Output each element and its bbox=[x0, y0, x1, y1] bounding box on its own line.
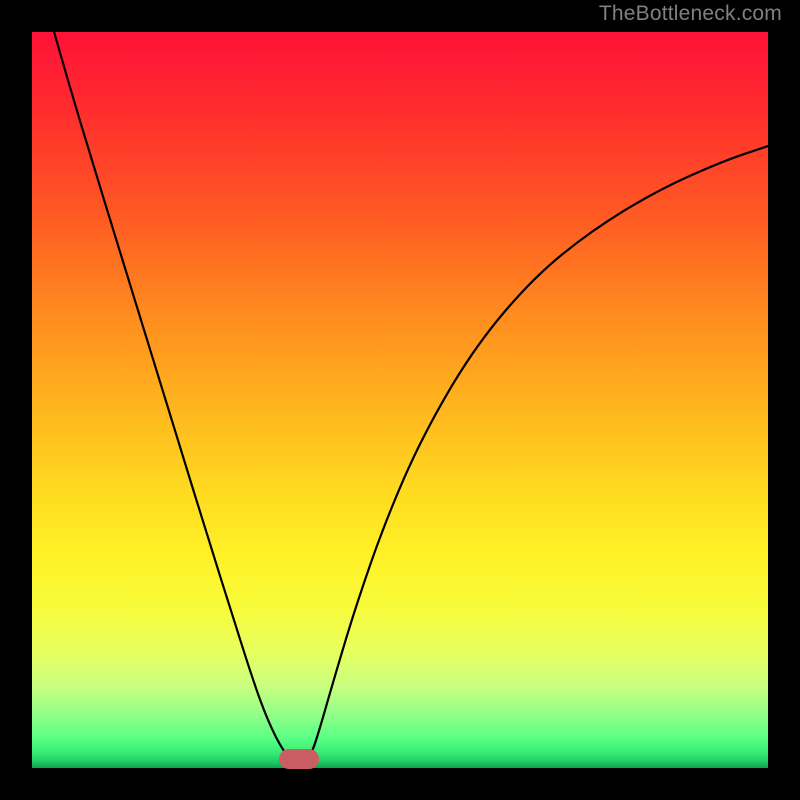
chart-container: TheBottleneck.com bbox=[0, 0, 800, 800]
plot-background-gradient bbox=[32, 32, 768, 768]
bottleneck-curve bbox=[54, 32, 768, 766]
curve-layer bbox=[32, 32, 768, 768]
attribution-text: TheBottleneck.com bbox=[599, 2, 782, 26]
optimum-marker bbox=[279, 749, 319, 769]
